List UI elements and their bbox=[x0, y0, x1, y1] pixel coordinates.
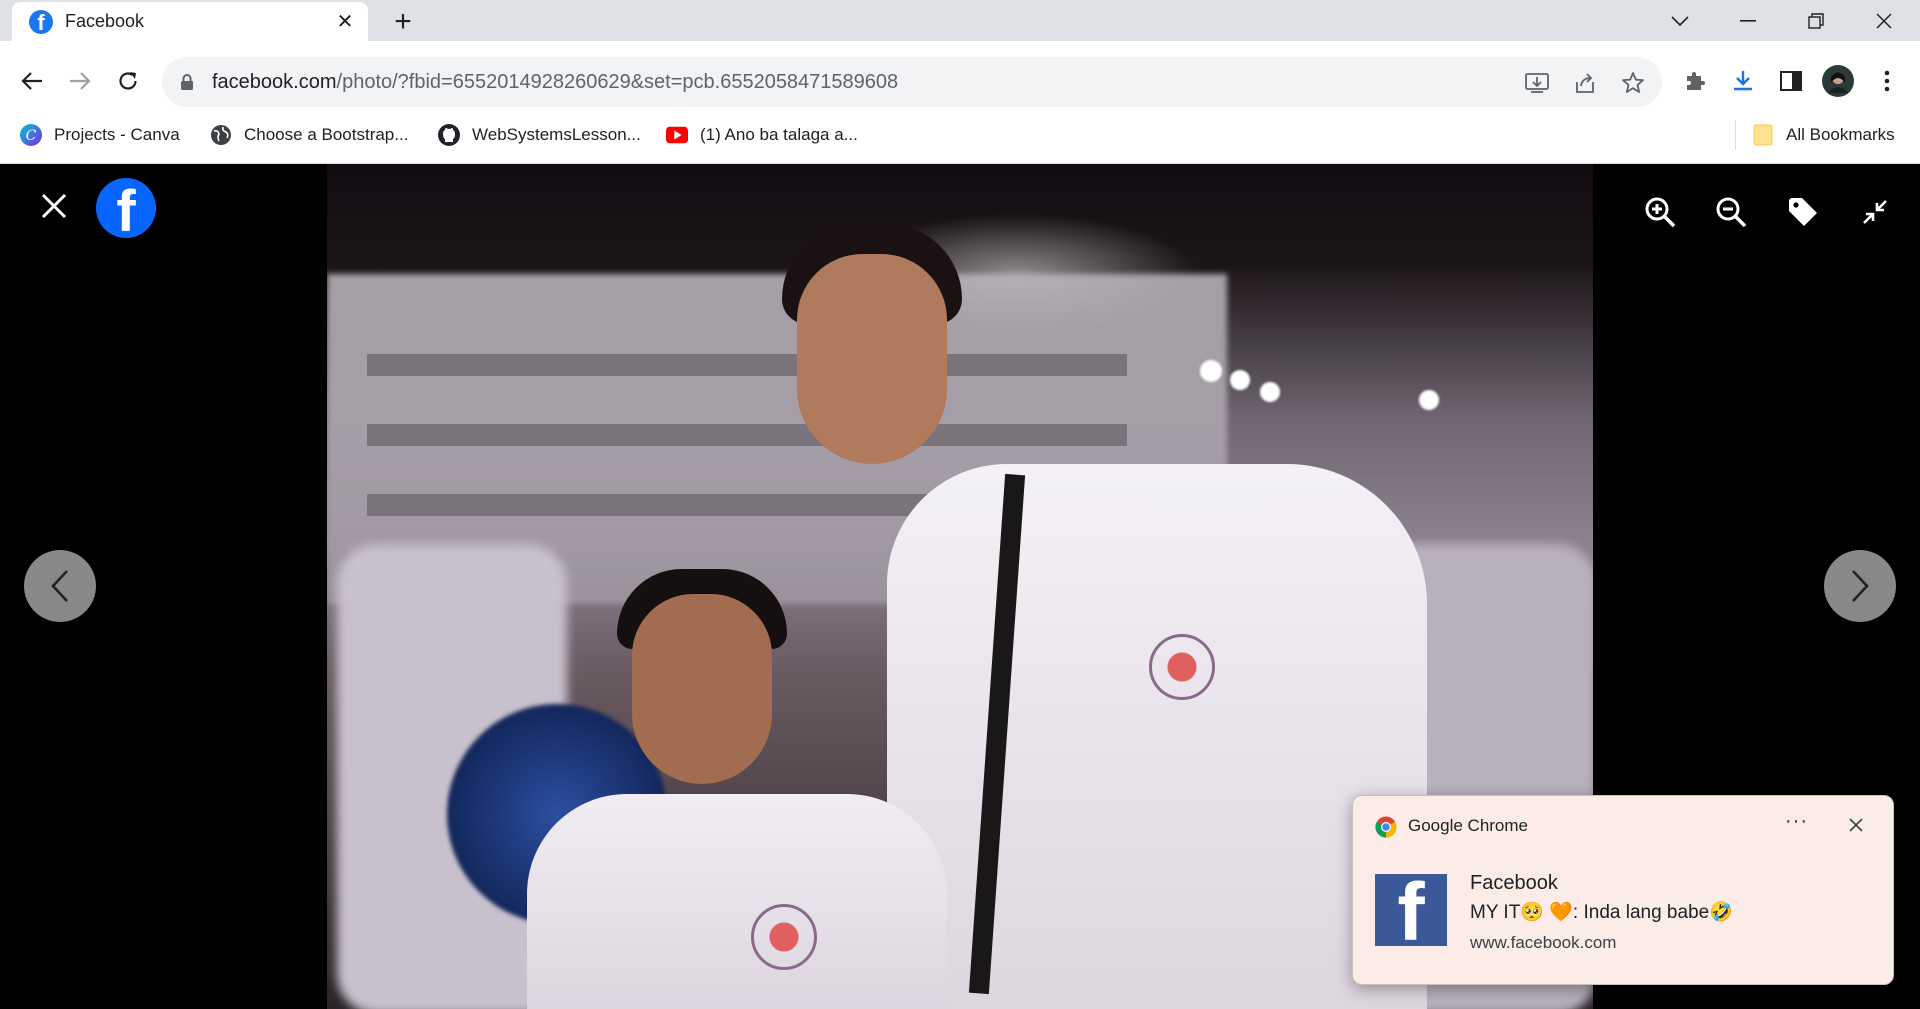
menu-kebab-icon[interactable] bbox=[1871, 65, 1903, 97]
bookmarks-divider bbox=[1735, 120, 1736, 150]
bookmark-label: Choose a Bootstrap... bbox=[244, 125, 409, 144]
tab-search-icon[interactable] bbox=[1652, 0, 1708, 41]
tab-facebook[interactable]: f Facebook ✕ bbox=[12, 2, 368, 41]
bookmark-star-icon[interactable] bbox=[1620, 70, 1646, 96]
reload-icon[interactable] bbox=[110, 63, 146, 99]
zoom-in-icon[interactable] bbox=[1640, 192, 1680, 232]
bookmark-bootstrap[interactable]: Choose a Bootstrap... bbox=[210, 117, 408, 153]
photo-subject bbox=[887, 464, 1427, 1009]
downloads-icon[interactable] bbox=[1727, 65, 1759, 97]
install-app-icon[interactable] bbox=[1524, 70, 1550, 96]
photo-subject bbox=[527, 794, 947, 1009]
photo-subject bbox=[632, 594, 772, 784]
zoom-out-icon[interactable] bbox=[1711, 192, 1751, 232]
notification-body: MY IT🥺 🧡: Inda lang babe🤣 bbox=[1470, 902, 1733, 923]
profile-avatar[interactable] bbox=[1822, 65, 1854, 97]
svg-text:C: C bbox=[26, 128, 37, 144]
notification-source: Google Chrome bbox=[1408, 816, 1529, 835]
photo-subject bbox=[797, 254, 947, 464]
close-viewer-icon[interactable] bbox=[34, 186, 74, 226]
facebook-logo[interactable]: f bbox=[96, 178, 156, 238]
address-bar[interactable]: facebook.com/photo/?fbid=655201492826062… bbox=[162, 57, 1662, 107]
window-close-icon[interactable] bbox=[1856, 0, 1912, 41]
back-icon[interactable] bbox=[14, 63, 50, 99]
photo-detail bbox=[1149, 634, 1215, 700]
side-panel-icon[interactable] bbox=[1775, 65, 1807, 97]
notification-more-icon[interactable]: ··· bbox=[1785, 810, 1808, 833]
folder-icon bbox=[1752, 124, 1774, 146]
photo-detail bbox=[367, 424, 1127, 446]
chrome-notification[interactable]: Google Chrome ··· f Facebook MY IT🥺 🧡: I… bbox=[1352, 795, 1894, 985]
photo-light bbox=[1419, 390, 1439, 410]
bookmark-youtube[interactable]: (1) Ano ba talaga a... bbox=[666, 117, 858, 153]
notification-title: Facebook bbox=[1470, 872, 1558, 894]
all-bookmarks[interactable]: All Bookmarks bbox=[1752, 117, 1895, 153]
photo-detail bbox=[367, 354, 1127, 376]
share-icon[interactable] bbox=[1572, 70, 1598, 96]
chrome-icon bbox=[1375, 816, 1397, 838]
globe-icon bbox=[210, 124, 232, 146]
chevron-right-icon bbox=[1852, 570, 1869, 602]
notification-site: www.facebook.com bbox=[1470, 933, 1617, 952]
exit-fullscreen-icon[interactable] bbox=[1855, 192, 1895, 232]
bookmark-label: (1) Ano ba talaga a... bbox=[700, 125, 858, 144]
extensions-icon[interactable] bbox=[1679, 65, 1711, 97]
forward-icon[interactable] bbox=[62, 63, 98, 99]
url-text[interactable]: facebook.com/photo/?fbid=655201492826062… bbox=[212, 71, 898, 94]
tab-close-icon[interactable]: ✕ bbox=[334, 9, 356, 34]
canva-icon: C bbox=[20, 124, 42, 146]
restore-icon[interactable] bbox=[1788, 0, 1844, 41]
photo-light bbox=[1200, 360, 1222, 382]
previous-photo-button[interactable] bbox=[24, 550, 96, 622]
next-photo-button[interactable] bbox=[1824, 550, 1896, 622]
github-icon bbox=[438, 124, 460, 146]
photo-light bbox=[1260, 382, 1280, 402]
url-path: /photo/?fbid=6552014928260629&set=pcb.65… bbox=[336, 70, 899, 93]
notification-close-icon[interactable] bbox=[1843, 812, 1869, 838]
tag-icon[interactable] bbox=[1783, 192, 1823, 232]
bookmark-canva[interactable]: C Projects - Canva bbox=[20, 117, 180, 153]
minimize-icon[interactable] bbox=[1720, 0, 1776, 41]
youtube-icon bbox=[666, 124, 688, 146]
tab-title: Facebook bbox=[65, 11, 145, 31]
chevron-left-icon bbox=[51, 570, 68, 602]
url-host: facebook.com bbox=[212, 70, 337, 93]
lock-icon[interactable] bbox=[180, 73, 194, 91]
bookmark-label: WebSystemsLesson... bbox=[472, 125, 641, 144]
new-tab-button[interactable]: + bbox=[388, 7, 418, 38]
facebook-favicon-icon: f bbox=[29, 9, 53, 34]
tab-strip: f Facebook ✕ + bbox=[0, 0, 1920, 41]
bookmark-label: Projects - Canva bbox=[54, 125, 180, 144]
facebook-notification-icon: f bbox=[1375, 874, 1447, 946]
photo-detail bbox=[751, 904, 817, 970]
all-bookmarks-label: All Bookmarks bbox=[1786, 125, 1895, 144]
photo-light bbox=[1230, 370, 1250, 390]
bookmark-github[interactable]: WebSystemsLesson... bbox=[438, 117, 641, 153]
